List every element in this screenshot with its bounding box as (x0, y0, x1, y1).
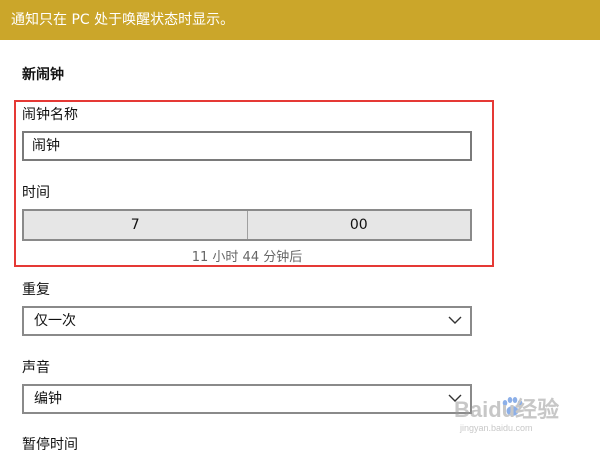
snooze-label: 暂停时间 (22, 437, 78, 450)
chevron-down-icon (448, 316, 462, 324)
sound-selected-value: 编钟 (34, 391, 62, 407)
alarm-name-input[interactable]: 闹钟 (22, 131, 472, 161)
alarm-name-label: 闹钟名称 (22, 107, 78, 123)
repeat-selected-value: 仅一次 (34, 313, 76, 329)
watermark-brand: Baidu经验 (454, 397, 559, 422)
page-title: 新闹钟 (22, 67, 64, 83)
hour-selector[interactable]: 7 (24, 211, 247, 239)
notification-banner: 通知只在 PC 处于唤醒状态时显示。 (0, 0, 600, 40)
time-picker[interactable]: 7 00 (22, 209, 472, 241)
time-remaining-text: 11 小时 44 分钟后 (191, 250, 303, 265)
sound-label: 声音 (22, 360, 50, 376)
minute-selector[interactable]: 00 (246, 211, 471, 239)
time-label: 时间 (22, 185, 50, 201)
highlight-box (14, 100, 494, 267)
new-alarm-page: 通知只在 PC 处于唤醒状态时显示。 新闹钟 闹钟名称 闹钟 时间 7 00 1… (0, 0, 600, 450)
repeat-dropdown[interactable]: 仅一次 (22, 306, 472, 336)
sound-dropdown[interactable]: 编钟 (22, 384, 472, 414)
watermark-url: jingyan.baidu.com (459, 423, 533, 433)
baidu-jingyan-watermark: Baidu经验 jingyan.baidu.com (454, 397, 559, 433)
repeat-label: 重复 (22, 282, 50, 298)
